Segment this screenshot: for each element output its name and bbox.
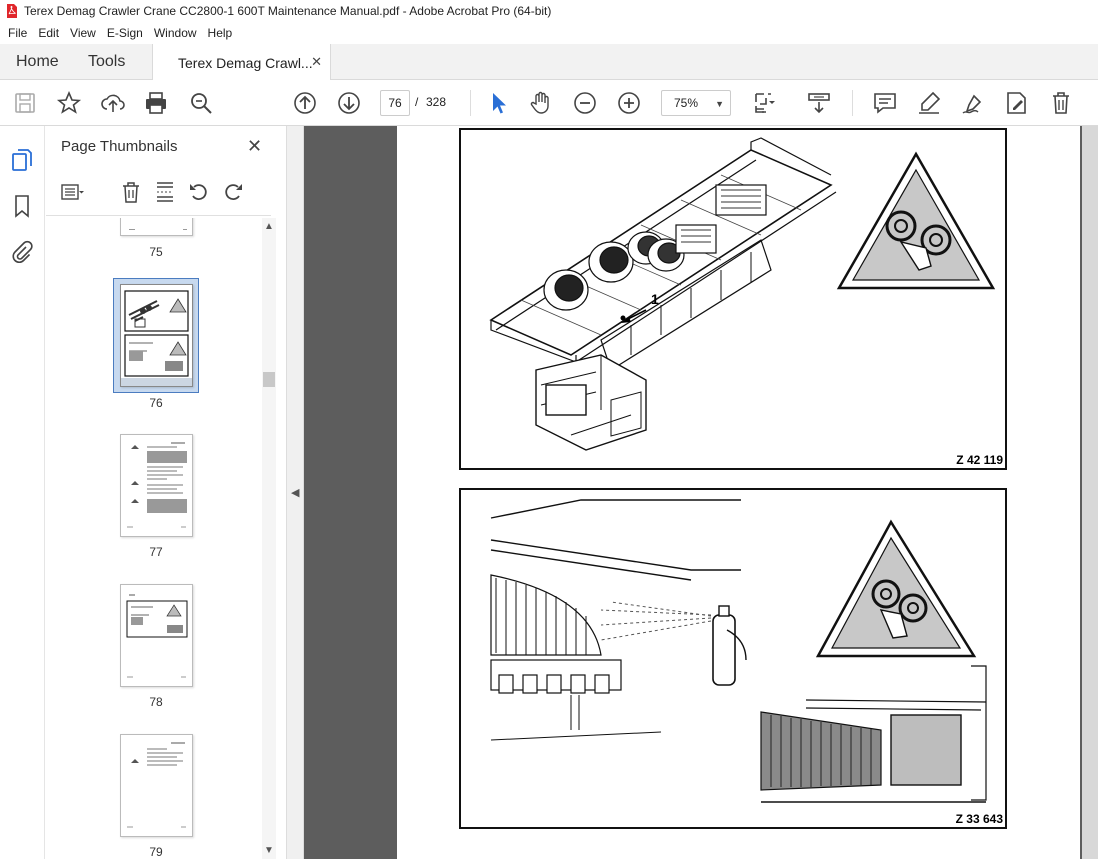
- delete-icon[interactable]: [1048, 90, 1074, 116]
- thumbnail-page-number: 75: [149, 245, 163, 259]
- menu-bar: File Edit View E-Sign Window Help: [0, 22, 1098, 44]
- page-number-input[interactable]: 76: [380, 90, 410, 116]
- scroll-mode-icon[interactable]: [806, 90, 832, 116]
- toolbar-divider: [852, 90, 853, 116]
- extract-page-icon[interactable]: [153, 180, 177, 204]
- thumbnail-preview: [121, 285, 192, 386]
- slewing-ring-drawing: [490, 499, 987, 803]
- tab-document[interactable]: Terex Demag Crawl... ✕: [152, 44, 331, 81]
- panel-splitter[interactable]: ◀: [286, 126, 304, 859]
- next-page-icon[interactable]: [336, 90, 362, 116]
- thumbnails-scrollbar[interactable]: ▲ ▼: [262, 218, 276, 859]
- thumbnails-panel: Page Thumbnails ✕ 75 76 77 78 79 ▲ ▼: [46, 126, 286, 859]
- select-cursor-icon[interactable]: [485, 90, 511, 116]
- zoom-search-icon[interactable]: [188, 90, 214, 116]
- thumbnails-toolbar: [46, 174, 271, 216]
- fit-page-icon[interactable]: [752, 90, 778, 116]
- menu-window[interactable]: Window: [154, 26, 197, 40]
- rotate-left-icon[interactable]: [187, 180, 211, 204]
- scroll-down-icon[interactable]: ▼: [264, 845, 274, 856]
- thumbnails-list: 75 76 77 78 79: [46, 218, 264, 859]
- bookmark-star-icon[interactable]: [56, 90, 82, 116]
- zoom-level-select[interactable]: 75% ▼: [661, 90, 731, 116]
- menu-esign[interactable]: E-Sign: [107, 26, 143, 40]
- scroll-up-icon[interactable]: ▲: [264, 221, 274, 232]
- thumbnail-page-number: 77: [149, 545, 163, 559]
- comment-icon[interactable]: [872, 90, 898, 116]
- save-icon[interactable]: [12, 90, 38, 116]
- edit-pdf-icon[interactable]: [1004, 90, 1030, 116]
- thumbnail-options-icon[interactable]: [60, 180, 84, 204]
- sign-icon[interactable]: [960, 90, 986, 116]
- crane-boom-drawing: 1: [489, 137, 996, 451]
- menu-help[interactable]: Help: [208, 26, 233, 40]
- figure-slewing-ring: Z 33 643: [459, 488, 1007, 829]
- thumbnail-page[interactable]: [120, 734, 193, 837]
- figure-crane-boom: 1 Z 42 119: [459, 128, 1007, 470]
- figure-reference: Z 42 119: [956, 453, 1003, 467]
- callout-number: 1: [651, 291, 659, 307]
- menu-view[interactable]: View: [70, 26, 96, 40]
- upload-icon[interactable]: [100, 90, 126, 116]
- left-rail: [0, 126, 45, 859]
- hand-icon[interactable]: [528, 90, 554, 116]
- thumbnail-page-number: 79: [149, 845, 163, 859]
- toolbar-divider: [470, 90, 471, 116]
- vertical-scrollbar[interactable]: [1082, 126, 1098, 859]
- tab-bar: Home Tools Terex Demag Crawl... ✕: [0, 44, 1098, 81]
- document-tab-label: Terex Demag Crawl...: [178, 54, 313, 71]
- title-bar: Terex Demag Crawler Crane CC2800-1 600T …: [0, 0, 1098, 22]
- thumbnail-page-number: 78: [149, 695, 163, 709]
- tab-home[interactable]: Home: [16, 44, 59, 80]
- zoom-in-icon[interactable]: [616, 90, 642, 116]
- thumbnail-page[interactable]: [120, 218, 193, 236]
- thumbnail-page[interactable]: [120, 284, 193, 387]
- bookmarks-icon[interactable]: [10, 194, 34, 218]
- thumbnail-page[interactable]: [120, 584, 193, 687]
- tab-tools[interactable]: Tools: [88, 44, 125, 80]
- figure-reference: Z 33 643: [955, 812, 1003, 826]
- menu-edit[interactable]: Edit: [38, 26, 59, 40]
- close-tab-icon[interactable]: ✕: [311, 54, 322, 70]
- collapse-panel-icon[interactable]: ◀: [291, 486, 299, 499]
- menu-file[interactable]: File: [8, 26, 27, 40]
- chevron-down-icon: ▼: [715, 99, 724, 109]
- total-pages: 328: [426, 95, 447, 109]
- close-panel-icon[interactable]: ✕: [247, 136, 262, 157]
- page-thumbnails-icon[interactable]: [10, 148, 34, 172]
- print-icon[interactable]: [143, 90, 169, 116]
- document-viewer[interactable]: 1 Z 42 119 Z 33 643: [304, 126, 1098, 859]
- page-separator: /: [415, 95, 419, 109]
- thumbnails-panel-title: Page Thumbnails: [61, 138, 178, 155]
- acrobat-icon: [7, 4, 17, 18]
- highlight-icon[interactable]: [916, 90, 942, 116]
- pdf-page: 1 Z 42 119 Z 33 643: [397, 126, 1080, 859]
- window-title: Terex Demag Crawler Crane CC2800-1 600T …: [24, 4, 552, 18]
- attachments-icon[interactable]: [10, 240, 34, 264]
- thumbnail-preview: [126, 594, 188, 678]
- scrollbar-thumb[interactable]: [263, 372, 275, 387]
- thumbnail-preview: [127, 742, 186, 828]
- rotate-right-icon[interactable]: [221, 180, 245, 204]
- delete-page-icon[interactable]: [119, 180, 143, 204]
- thumbnail-preview: [127, 442, 187, 528]
- prev-page-icon[interactable]: [292, 90, 318, 116]
- thumbnail-page[interactable]: [120, 434, 193, 537]
- thumbnail-page-number: 76: [149, 396, 163, 410]
- zoom-level-value: 75%: [674, 96, 699, 110]
- zoom-out-icon[interactable]: [572, 90, 598, 116]
